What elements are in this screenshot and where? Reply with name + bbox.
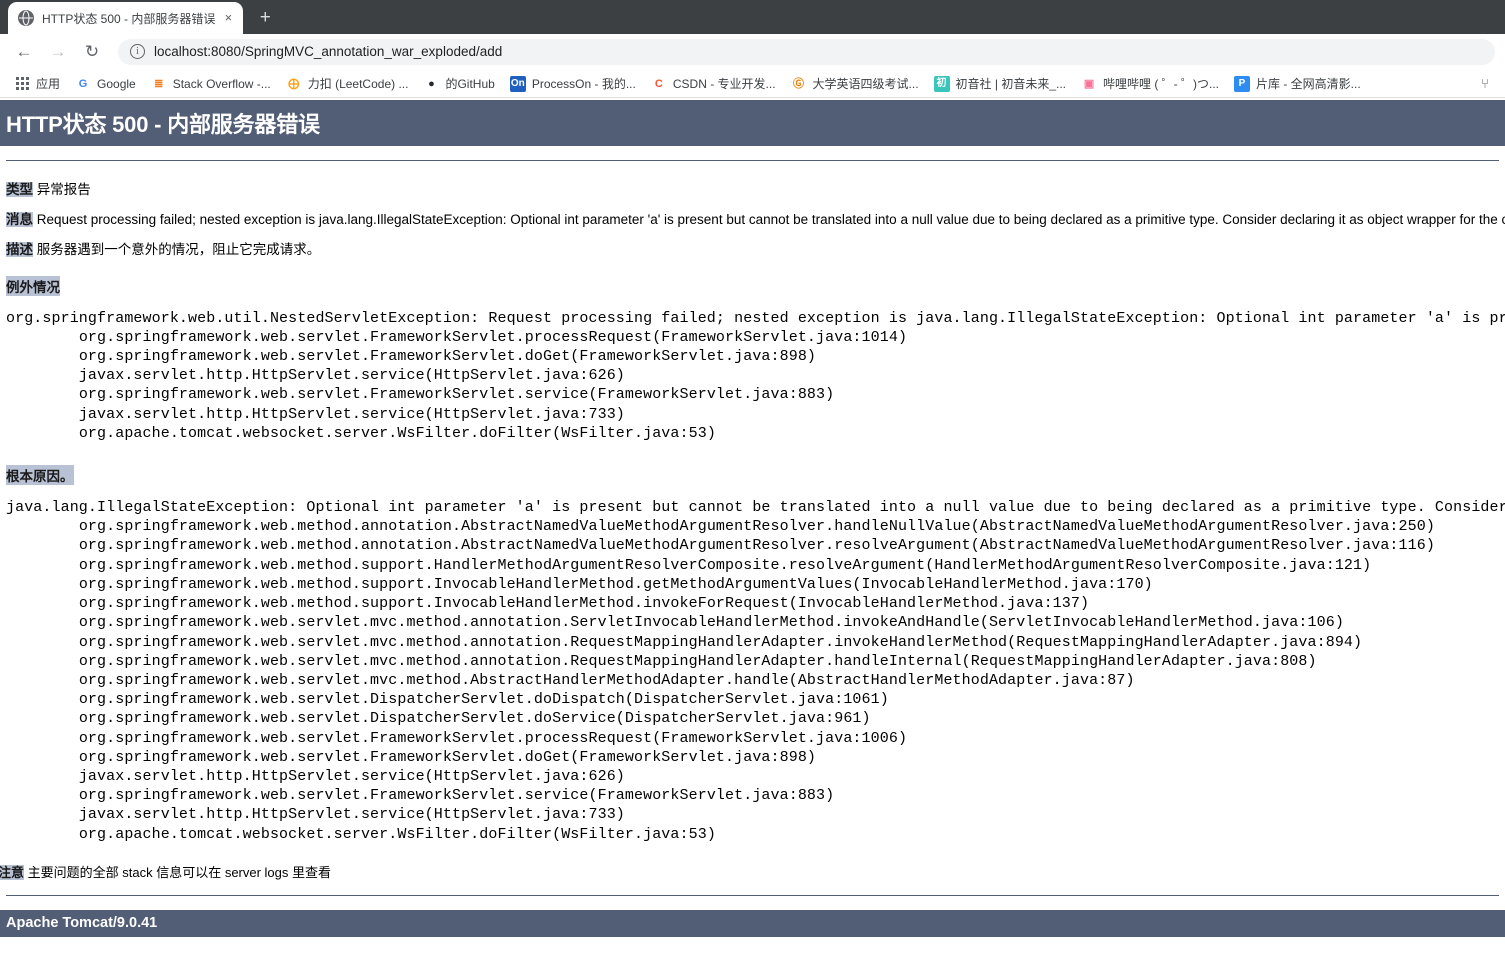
tab-title: HTTP状态 500 - 内部服务器错误: [42, 11, 216, 26]
bookmark-label: 力扣 (LeetCode) ...: [307, 77, 409, 91]
close-icon[interactable]: ×: [219, 9, 237, 27]
tab-strip: HTTP状态 500 - 内部服务器错误 × +: [0, 0, 1505, 34]
error-type-label: 类型: [6, 182, 33, 197]
root-cause-stack-trace: java.lang.IllegalStateException: Optiona…: [6, 499, 1505, 843]
extension-icon[interactable]: ⑂: [1473, 76, 1497, 91]
bookmarks-bar: 应用 G Google ≣ Stack Overflow -... ⨁ 力扣 (LeetCo…: [0, 70, 1505, 98]
cet4-icon: Ⓖ: [793, 77, 805, 90]
error-message-label: 消息: [6, 212, 33, 228]
globe-icon: [18, 10, 34, 26]
reload-icon[interactable]: ↻: [78, 38, 106, 66]
bookmark-label: 初音社 | 初音未来_...: [955, 77, 1067, 91]
bookmark-label: 片库 - 全网高清影...: [1256, 77, 1361, 91]
error-message-value: Request processing failed; nested except…: [36, 212, 1505, 228]
note-value: 主要问题的全部 stack 信息可以在 server logs 里查看: [27, 864, 332, 880]
error-description-label: 描述: [6, 242, 33, 258]
tomcat-error-page: HTTP状态 500 - 内部服务器错误 类型 异常报告 消息 Request …: [0, 100, 1505, 955]
exception-stack-trace: org.springframework.web.util.NestedServl…: [6, 309, 1505, 442]
divider-bottom: [6, 894, 1499, 896]
browser-tab[interactable]: HTTP状态 500 - 内部服务器错误 ×: [8, 2, 244, 34]
bookmark-item[interactable]: 初初音社 | 初音未来_...: [928, 73, 1072, 95]
divider-top: [6, 160, 1499, 161]
root-cause-section-label: 根本原因。: [6, 465, 74, 486]
page-title: HTTP状态 500 - 内部服务器错误: [0, 100, 1505, 146]
bookmark-item[interactable]: ⨁ 力扣 (LeetCode) ...: [280, 73, 415, 95]
error-type-value: 异常报告: [36, 182, 91, 197]
bookmark-item[interactable]: G Google: [69, 73, 142, 95]
bookmark-label: 大学英语四级考试...: [812, 77, 919, 91]
google-icon: G: [78, 77, 88, 90]
address-bar[interactable]: i localhost:8080/SpringMVC_annotation_wa…: [118, 38, 1495, 65]
bookmark-label: Stack Overflow -...: [172, 76, 271, 91]
browser-toolbar: ← → ↻ i localhost:8080/SpringMVC_annotat…: [0, 34, 1505, 70]
tomcat-version-footer: Apache Tomcat/9.0.41: [0, 909, 1505, 937]
processon-icon: On: [509, 75, 526, 92]
note-row: 注意 主要问题的全部 stack 信息可以在 server logs 里查看: [0, 860, 1505, 881]
address-bar-url: localhost:8080/SpringMVC_annotation_war_…: [154, 44, 503, 59]
bookmark-label: Google: [97, 76, 136, 91]
new-tab-button[interactable]: +: [251, 4, 279, 32]
pianku-icon: P: [1234, 75, 1251, 92]
bookmark-item[interactable]: ≣ Stack Overflow -...: [145, 73, 277, 95]
leetcode-icon: ⨁: [288, 77, 300, 90]
back-icon[interactable]: ←: [10, 38, 38, 66]
forward-icon[interactable]: →: [44, 38, 72, 66]
bookmark-item[interactable]: ▣ 哔哩哔哩 ( ゜- ゜)つ...: [1075, 73, 1225, 95]
bookmark-item[interactable]: Ⓖ 大学英语四级考试...: [785, 73, 925, 95]
bookmark-label: 应用: [36, 77, 61, 91]
bookmark-label: ProcessOn - 我的...: [531, 77, 636, 91]
csdn-icon: C: [654, 77, 663, 90]
error-message-row: 消息 Request processing failed; nested exc…: [6, 205, 1505, 235]
note-label: 注意: [0, 864, 25, 880]
bilibili-icon: ▣: [1083, 77, 1095, 90]
apps-grid-icon: [14, 76, 30, 92]
bookmark-label: 哔哩哔哩 ( ゜- ゜)つ...: [1103, 77, 1220, 91]
browser-window: HTTP状态 500 - 内部服务器错误 × + ← → ↻ i localho…: [0, 0, 1505, 955]
bookmark-item[interactable]: P 片库 - 全网高清影...: [1228, 73, 1367, 95]
bookmark-item[interactable]: On ProcessOn - 我的...: [504, 73, 642, 95]
miku-icon: 初: [933, 75, 950, 92]
info-icon[interactable]: i: [130, 44, 145, 59]
bookmark-item[interactable]: C CSDN - 专业开发...: [645, 73, 782, 95]
bookmark-item[interactable]: 应用: [8, 73, 66, 95]
bookmark-item[interactable]: ● 的GitHub: [417, 73, 500, 95]
bookmark-label: CSDN - 专业开发...: [672, 77, 776, 91]
github-icon: ●: [428, 77, 435, 90]
exception-section-label: 例外情况: [6, 275, 60, 296]
error-description-row: 描述 服务器遇到一个意外的情况，阻止它完成请求。: [6, 235, 1505, 265]
stackoverflow-icon: ≣: [154, 77, 164, 90]
error-type-row: 类型 异常报告: [6, 175, 1505, 205]
bookmark-label: 的GitHub: [445, 77, 495, 91]
error-description-value: 服务器遇到一个意外的情况，阻止它完成请求。: [36, 242, 321, 258]
